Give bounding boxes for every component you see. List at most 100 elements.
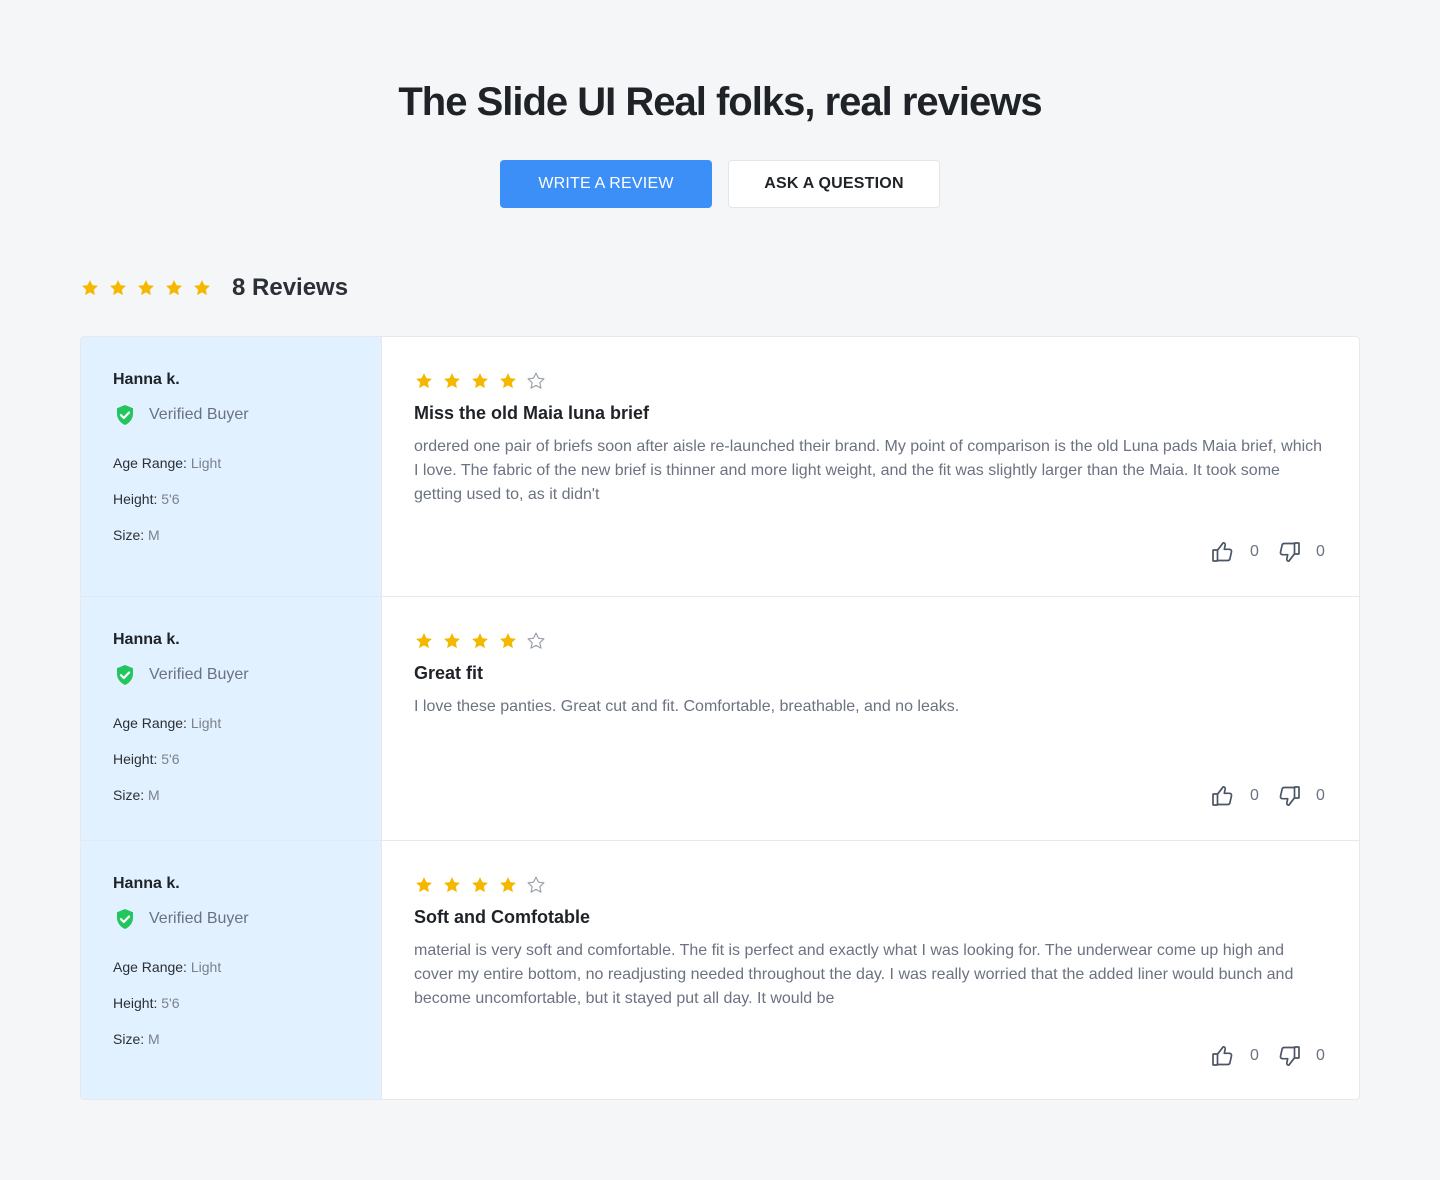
star-filled-icon: [444, 877, 460, 893]
age-range-value: Light: [190, 959, 222, 975]
review-text: ordered one pair of briefs soon after ai…: [414, 438, 1323, 503]
reviewer-panel: Hanna k. Verified Buyer Age Range: Light…: [81, 841, 382, 1099]
reviewer-panel: Hanna k. Verified Buyer Age Range: Light…: [81, 337, 382, 596]
age-range-label: Age Range:: [113, 715, 187, 731]
age-range-value: Light: [190, 455, 222, 471]
thumbs-down-icon: [1276, 539, 1302, 565]
size: Size: M: [113, 787, 349, 805]
thumbs-down-icon: [1276, 1043, 1302, 1069]
height-value: 5'6: [161, 751, 180, 767]
age-range: Age Range: Light: [113, 959, 349, 977]
age-range: Age Range: Light: [113, 715, 349, 733]
page-title: The Slide UI Real folks, real reviews: [398, 80, 1042, 124]
star-filled-icon: [444, 373, 460, 389]
size: Size: M: [113, 527, 349, 545]
star-filled-icon: [194, 280, 210, 296]
star-empty-icon: [527, 372, 545, 389]
reviewer-panel: Hanna k. Verified Buyer Age Range: Light…: [81, 597, 382, 840]
review-title: Great fit: [414, 663, 484, 683]
height-label: Height:: [113, 491, 158, 507]
verified-label: Verified Buyer: [149, 666, 249, 683]
verified-shield-icon: [113, 663, 137, 687]
height: Height: 5'6: [113, 751, 349, 769]
dislike-count: 0: [1316, 787, 1325, 804]
like-count: 0: [1250, 543, 1259, 560]
review-card: Hanna k. Verified Buyer Age Range: Light…: [81, 597, 1359, 841]
size-label: Size:: [113, 787, 145, 803]
star-filled-icon: [416, 633, 432, 649]
thumbs-down-icon: [1276, 783, 1302, 809]
age-range-label: Age Range:: [113, 959, 187, 975]
review-votes: 0 0: [1210, 539, 1328, 565]
star-filled-icon: [472, 373, 488, 389]
size-value: M: [148, 527, 160, 543]
like-button[interactable]: 0: [1210, 783, 1262, 809]
size-label: Size:: [113, 1031, 145, 1047]
dislike-button[interactable]: 0: [1276, 783, 1328, 809]
height-label: Height:: [113, 995, 158, 1011]
review-text: I love these panties. Great cut and fit.…: [414, 698, 960, 715]
like-count: 0: [1250, 1047, 1259, 1064]
reviewer-name: Hanna k.: [113, 875, 180, 892]
verified-badge: Verified Buyer: [113, 663, 349, 687]
height-value: 5'6: [161, 491, 180, 507]
ask-question-button[interactable]: ASK A QUESTION: [728, 160, 940, 208]
review-body: Soft and Comfotable material is very sof…: [382, 841, 1359, 1099]
star-filled-icon: [166, 280, 182, 296]
like-button[interactable]: 0: [1210, 1043, 1262, 1069]
review-stars: [414, 873, 1327, 897]
dislike-count: 0: [1316, 1047, 1325, 1064]
star-filled-icon: [500, 373, 516, 389]
age-range-label: Age Range:: [113, 455, 187, 471]
age-range: Age Range: Light: [113, 455, 349, 473]
review-stars: [414, 369, 1327, 393]
age-range-value: Light: [190, 715, 222, 731]
star-filled-icon: [416, 373, 432, 389]
review-text: material is very soft and comfortable. T…: [414, 942, 1294, 1007]
like-button[interactable]: 0: [1210, 539, 1262, 565]
review-list: Hanna k. Verified Buyer Age Range: Light…: [80, 336, 1360, 1100]
star-filled-icon: [444, 633, 460, 649]
star-filled-icon: [472, 633, 488, 649]
height: Height: 5'6: [113, 491, 349, 509]
verified-shield-icon: [113, 907, 137, 931]
size: Size: M: [113, 1031, 349, 1049]
star-filled-icon: [82, 280, 98, 296]
review-title: Soft and Comfotable: [414, 907, 590, 927]
review-votes: 0 0: [1210, 783, 1328, 809]
star-filled-icon: [500, 633, 516, 649]
reviewer-name: Hanna k.: [113, 631, 180, 648]
star-empty-icon: [527, 632, 545, 649]
verified-shield-icon: [113, 403, 137, 427]
height: Height: 5'6: [113, 995, 349, 1013]
size-value: M: [148, 1031, 160, 1047]
verified-label: Verified Buyer: [149, 910, 249, 927]
verified-badge: Verified Buyer: [113, 403, 349, 427]
height-label: Height:: [113, 751, 158, 767]
review-card: Hanna k. Verified Buyer Age Range: Light…: [81, 337, 1359, 597]
like-count: 0: [1250, 787, 1259, 804]
thumbs-up-icon: [1210, 539, 1236, 565]
dislike-button[interactable]: 0: [1276, 539, 1328, 565]
star-filled-icon: [416, 877, 432, 893]
action-buttons: WRITE A REVIEW ASK A QUESTION: [500, 160, 940, 208]
star-filled-icon: [500, 877, 516, 893]
review-stars: [414, 629, 1327, 653]
star-filled-icon: [138, 280, 154, 296]
review-body: Great fit I love these panties. Great cu…: [382, 597, 1359, 840]
height-value: 5'6: [161, 995, 180, 1011]
review-body: Miss the old Maia luna brief ordered one…: [382, 337, 1359, 596]
review-title: Miss the old Maia luna brief: [414, 403, 650, 423]
review-count: 8 Reviews: [232, 274, 349, 301]
size-value: M: [148, 787, 160, 803]
write-review-button[interactable]: WRITE A REVIEW: [500, 160, 712, 208]
dislike-button[interactable]: 0: [1276, 1043, 1328, 1069]
reviewer-name: Hanna k.: [113, 371, 180, 388]
rating-summary: 8 Reviews: [80, 274, 348, 302]
dislike-count: 0: [1316, 543, 1325, 560]
verified-label: Verified Buyer: [149, 406, 249, 423]
star-filled-icon: [110, 280, 126, 296]
star-filled-icon: [472, 877, 488, 893]
star-empty-icon: [527, 876, 545, 893]
verified-badge: Verified Buyer: [113, 907, 349, 931]
